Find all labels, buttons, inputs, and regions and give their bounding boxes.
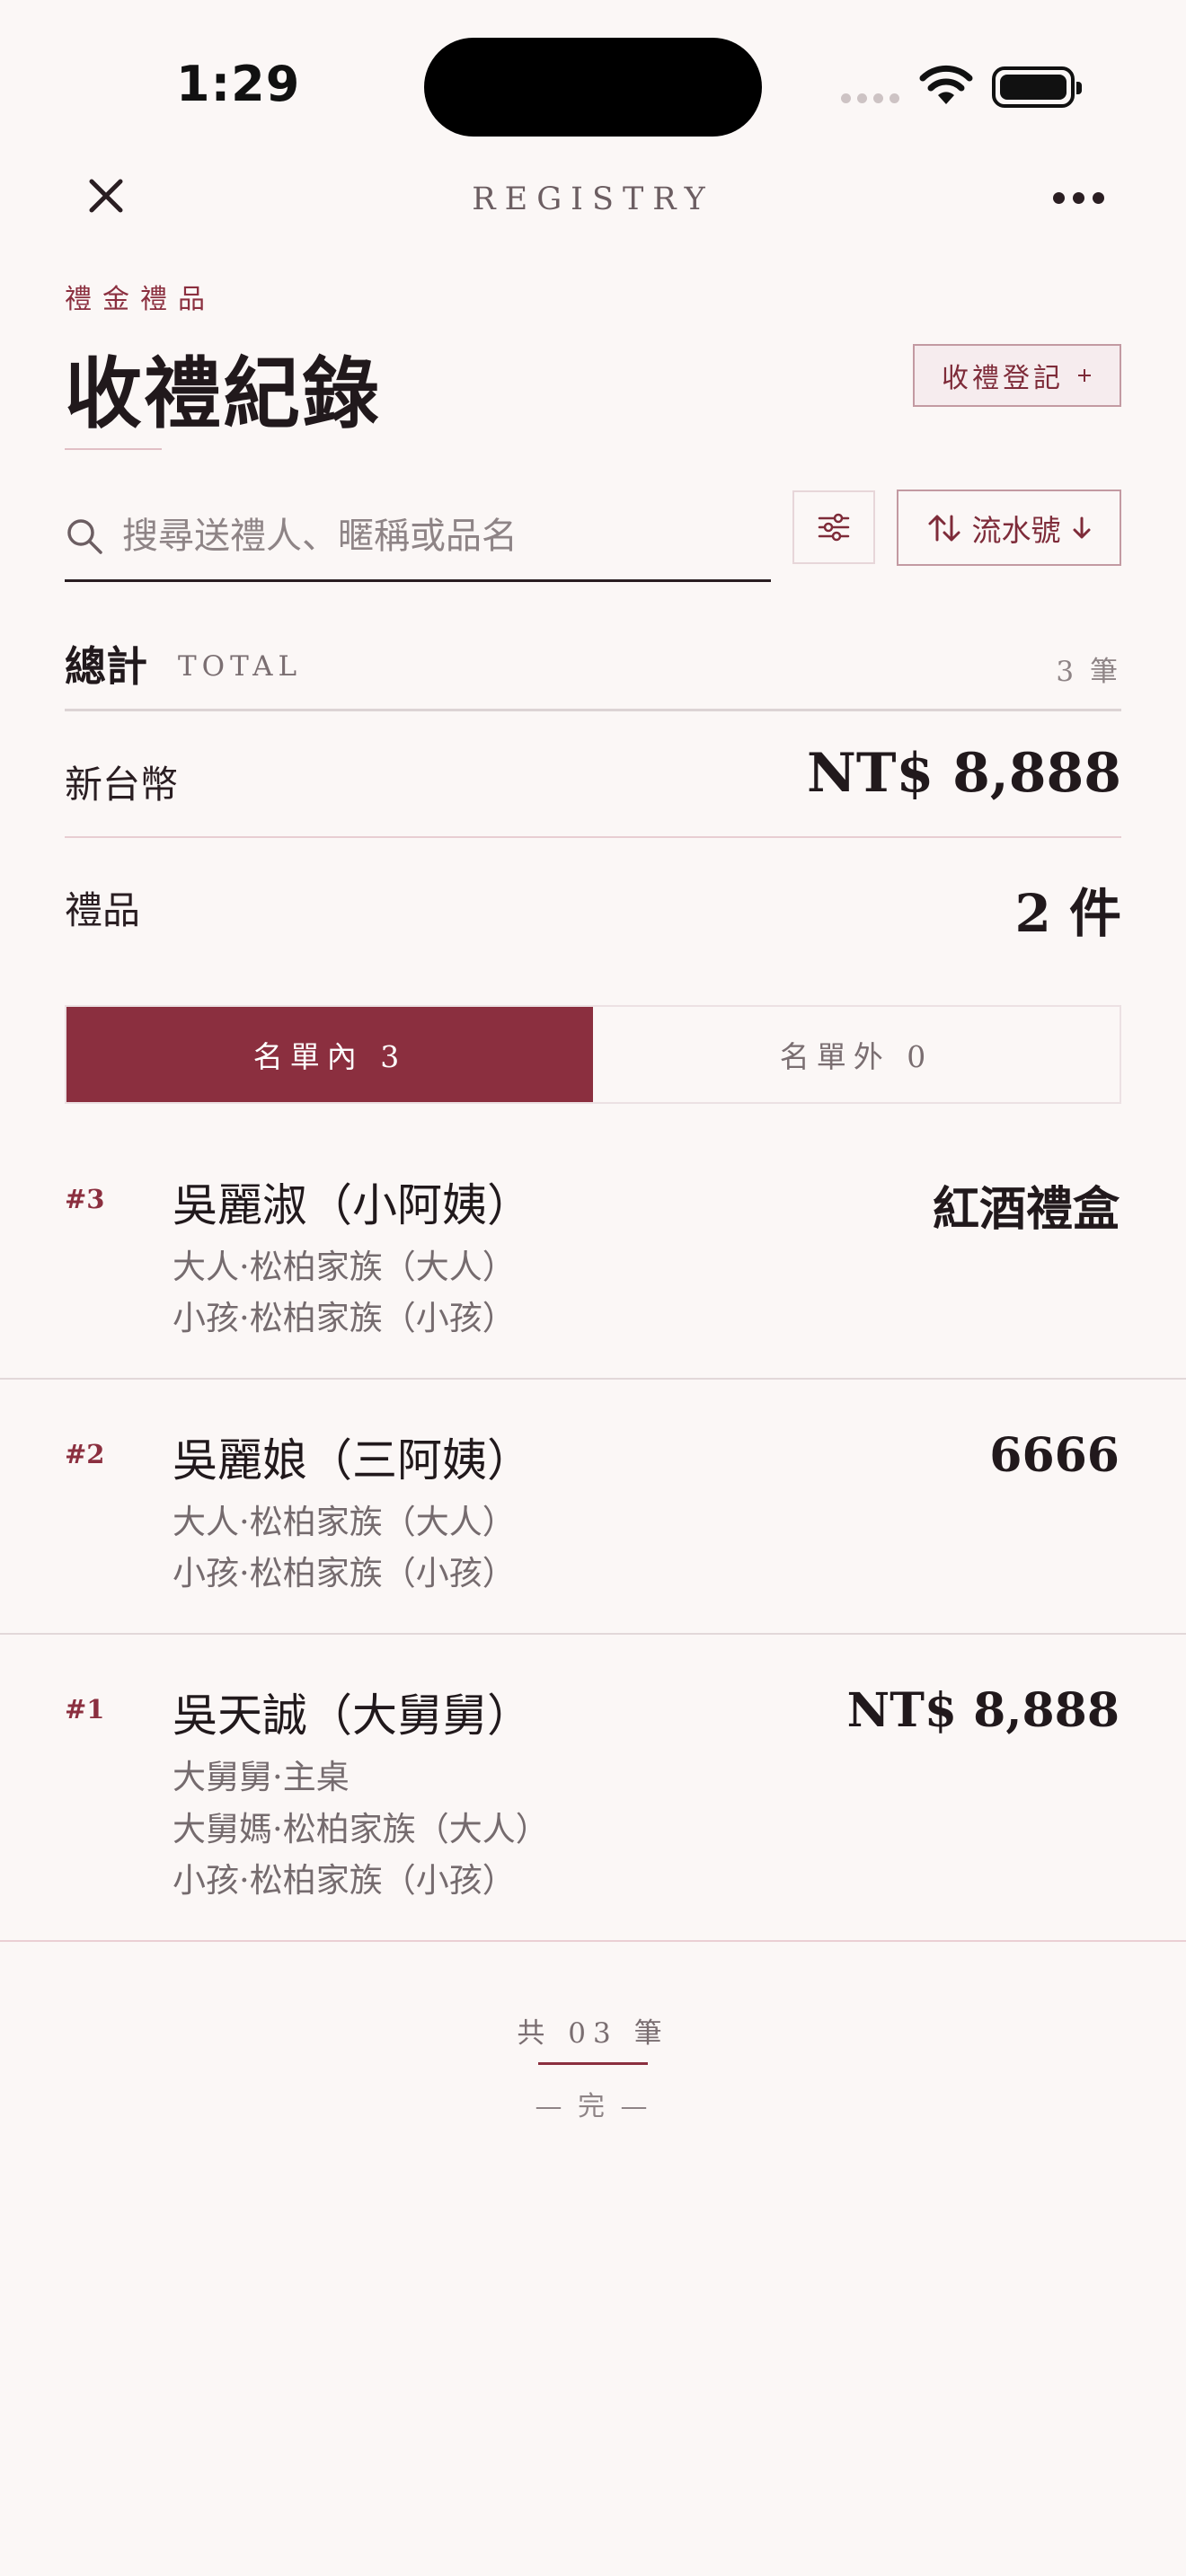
dynamic-island <box>424 38 762 137</box>
record-name[interactable]: 吳天誠（大舅舅） <box>173 1680 532 1744</box>
record-gift: 紅酒禮盒 <box>932 1182 1120 1237</box>
record-name[interactable]: 吳麗淑（小阿姨） <box>173 1169 532 1234</box>
arrow-down-icon <box>1073 516 1090 538</box>
total-label: 總計 <box>65 642 147 691</box>
plus-icon <box>1078 369 1091 382</box>
total-count: 3 筆 <box>1056 656 1121 688</box>
title-divider <box>65 448 162 450</box>
footer-divider <box>538 2062 648 2065</box>
sliders-icon <box>818 513 850 542</box>
record-number: #2 <box>65 1439 105 1469</box>
record-detail: 大人·松柏家族（大人） <box>173 1248 516 1286</box>
search-input[interactable] <box>122 515 733 557</box>
divider <box>65 836 1121 838</box>
register-gift-button[interactable]: 收禮登記 <box>913 344 1121 407</box>
cellular-signal-icon <box>841 93 899 103</box>
nav-title: REGISTRY <box>472 181 714 217</box>
search-icon <box>67 518 102 554</box>
gift-total: 2 件 <box>1014 883 1121 944</box>
page-title: 收禮紀錄 <box>65 348 381 439</box>
search-field[interactable] <box>65 492 771 582</box>
record-number: #1 <box>65 1694 105 1725</box>
row-divider <box>0 1378 1186 1380</box>
currency-total: NT$ 8,888 <box>806 742 1121 805</box>
gift-label: 禮品 <box>65 888 141 932</box>
record-gift: 6666 <box>989 1428 1120 1483</box>
sort-label: 流水號 <box>971 512 1061 548</box>
tab-on-list[interactable]: 名單內 3 <box>66 1007 593 1102</box>
status-time: 1:29 <box>176 56 301 112</box>
record-detail: 小孩·松柏家族（小孩） <box>173 1861 516 1900</box>
divider <box>65 709 1121 711</box>
section-eyebrow: 禮金禮品 <box>65 284 216 315</box>
record-detail: 小孩·松柏家族（小孩） <box>173 1554 516 1592</box>
footer-end: — 完 — <box>535 2091 651 2122</box>
sort-swap-icon <box>928 515 960 541</box>
currency-label: 新台幣 <box>65 763 179 807</box>
record-detail: 大舅舅·主桌 <box>173 1758 350 1796</box>
total-sub-label: TOTAL <box>178 650 303 683</box>
list-tabs: 名單內 3 名單外 0 <box>65 1005 1121 1104</box>
tab-off-list[interactable]: 名單外 0 <box>593 1007 1120 1102</box>
record-detail: 小孩·松柏家族（小孩） <box>173 1299 516 1337</box>
row-divider <box>0 1940 1186 1942</box>
record-detail: 大人·松柏家族（大人） <box>173 1503 516 1541</box>
filter-button[interactable] <box>792 490 875 564</box>
battery-icon <box>992 66 1082 108</box>
more-icon[interactable] <box>1053 192 1104 204</box>
record-gift: NT$ 8,888 <box>846 1683 1120 1738</box>
register-button-label: 收禮登記 <box>942 363 1064 394</box>
record-number: #3 <box>65 1184 105 1214</box>
wifi-icon <box>919 65 973 104</box>
record-name[interactable]: 吳麗娘（三阿姨） <box>173 1425 532 1489</box>
row-divider <box>0 1633 1186 1635</box>
record-detail: 大舅媽·松柏家族（大人） <box>173 1810 549 1848</box>
footer-count: 共 03 筆 <box>517 2017 669 2050</box>
sort-button[interactable]: 流水號 <box>897 490 1121 566</box>
